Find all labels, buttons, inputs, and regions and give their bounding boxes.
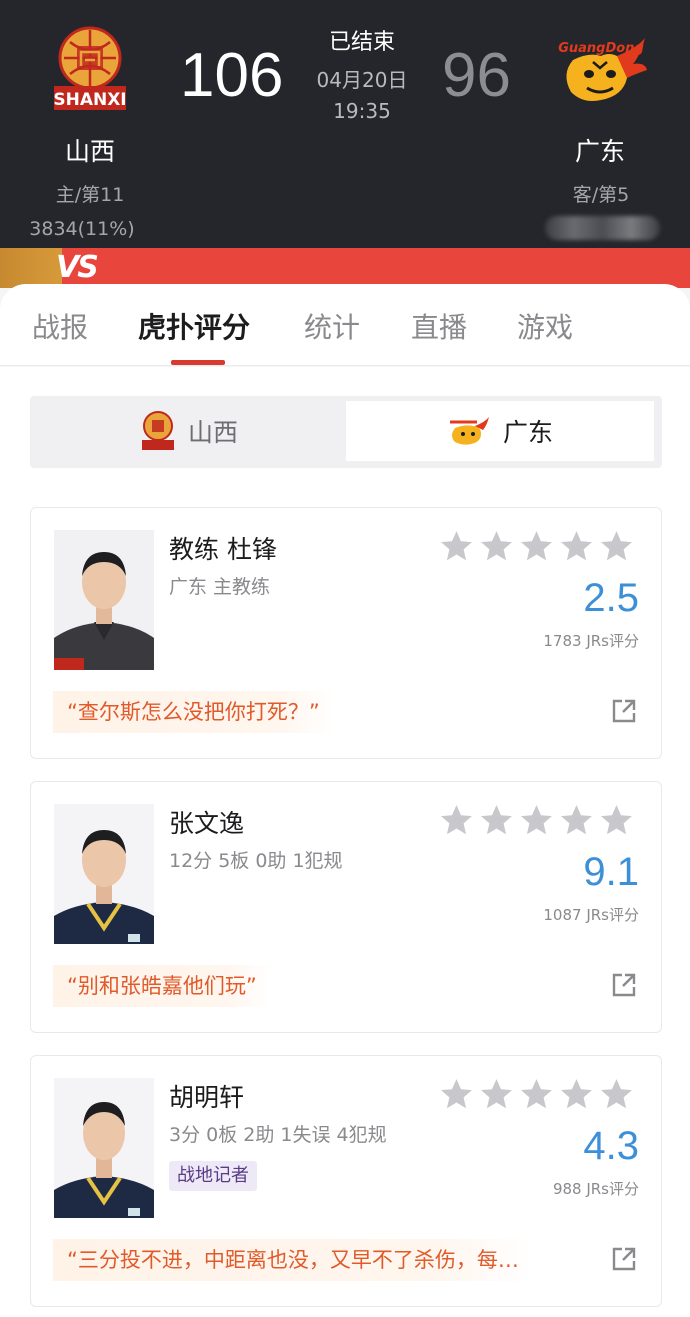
- top-comment[interactable]: “别和张皓嘉他们玩”: [53, 965, 271, 1007]
- average-rating: 2.5: [583, 576, 639, 620]
- home-team-rank: 主/第11: [55, 184, 125, 206]
- tab-hupu-rating[interactable]: 虎扑评分: [138, 306, 250, 346]
- star-icon[interactable]: [598, 1076, 635, 1113]
- coach-photo: [54, 530, 154, 670]
- star-icon[interactable]: [478, 1076, 515, 1113]
- star-icon[interactable]: [598, 802, 635, 839]
- player-photo: [54, 1078, 154, 1218]
- average-rating: 4.3: [583, 1124, 639, 1168]
- card-name: 张文逸: [169, 809, 245, 838]
- rating-card-player[interactable]: 胡明轩 3分 0板 2助 1失误 4犯规 战地记者 4.3 988 JRs评分 …: [30, 1055, 662, 1307]
- away-support-blurred: [545, 216, 660, 240]
- player-photo: [54, 804, 154, 944]
- game-time: 19:35: [333, 99, 391, 123]
- home-team-support: 3834(11%): [29, 218, 135, 240]
- rating-count: 988 JRs评分: [552, 1180, 639, 1198]
- game-header: SHANXI 山西 主/第11 3834(11%) 106 已结束 04月20日…: [0, 0, 690, 250]
- active-tab-indicator: [171, 360, 225, 365]
- rating-count: 1087 JRs评分: [543, 906, 639, 924]
- top-comment[interactable]: “查尔斯怎么没把你打死？”: [53, 691, 334, 733]
- star-icon[interactable]: [438, 528, 475, 565]
- shanxi-mini-logo: [141, 411, 174, 450]
- star-icon[interactable]: [478, 802, 515, 839]
- home-score: 106: [180, 41, 284, 110]
- star-icon[interactable]: [518, 802, 555, 839]
- card-name: 胡明轩: [169, 1083, 245, 1112]
- star-rating-input[interactable]: [438, 1076, 635, 1113]
- game-date: 04月20日: [316, 68, 408, 92]
- switch-label-guangdong: 广东: [502, 418, 553, 447]
- star-icon[interactable]: [558, 528, 595, 565]
- shanxi-logo[interactable]: SHANXI: [50, 24, 130, 114]
- star-icon[interactable]: [438, 1076, 475, 1113]
- star-icon[interactable]: [438, 802, 475, 839]
- guangdong-mini-logo: [449, 417, 489, 445]
- reporter-badge: 战地记者: [169, 1161, 257, 1191]
- top-comment[interactable]: “三分投不进，中距离也没，又早不了杀伤，每…: [53, 1239, 533, 1281]
- rating-count: 1783 JRs评分: [543, 632, 639, 650]
- guangdong-logo-text: GuangDong: [558, 41, 644, 56]
- switch-team-shanxi[interactable]: 山西: [35, 401, 343, 461]
- switch-team-guangdong[interactable]: 广东: [346, 401, 654, 461]
- rating-content: 山西 广东 教练 杜锋 广东 主教练 2.5 1783 JRs评分 “查尔斯怎么…: [0, 367, 690, 1317]
- away-team-name[interactable]: 广东: [530, 132, 670, 168]
- tab-stats[interactable]: 统计: [304, 306, 360, 346]
- away-team-rank: 客/第5: [572, 184, 630, 206]
- star-icon[interactable]: [598, 528, 635, 565]
- tab-report[interactable]: 战报: [32, 306, 88, 346]
- home-team-name[interactable]: 山西: [20, 132, 160, 168]
- share-icon[interactable]: [611, 972, 637, 998]
- star-icon[interactable]: [518, 1076, 555, 1113]
- tab-bar: 战报 虎扑评分 统计 直播 游戏: [0, 284, 690, 366]
- star-icon[interactable]: [518, 528, 555, 565]
- rating-card-player[interactable]: 张文逸 12分 5板 0助 1犯规 9.1 1087 JRs评分 “别和张皓嘉他…: [30, 781, 662, 1033]
- vs-label: VS: [56, 250, 99, 285]
- rating-card-coach[interactable]: 教练 杜锋 广东 主教练 2.5 1783 JRs评分 “查尔斯怎么没把你打死？…: [30, 507, 662, 759]
- away-score: 96: [442, 41, 511, 110]
- star-rating-input[interactable]: [438, 528, 635, 565]
- team-switcher: 山西 广东: [30, 396, 662, 468]
- game-status: 已结束: [328, 30, 395, 55]
- card-subtitle: 广东 主教练: [169, 576, 271, 598]
- share-icon[interactable]: [611, 1246, 637, 1272]
- card-stats: 12分 5板 0助 1犯规: [169, 850, 343, 872]
- share-icon[interactable]: [611, 698, 637, 724]
- star-icon[interactable]: [558, 1076, 595, 1113]
- average-rating: 9.1: [583, 850, 639, 894]
- tab-games[interactable]: 游戏: [517, 306, 573, 346]
- switch-label-shanxi: 山西: [187, 418, 238, 447]
- vs-strip: VS: [0, 248, 690, 288]
- star-icon[interactable]: [478, 528, 515, 565]
- tab-live[interactable]: 直播: [411, 306, 467, 346]
- star-icon[interactable]: [558, 802, 595, 839]
- shanxi-logo-text: SHANXI: [53, 90, 126, 110]
- card-name: 教练 杜锋: [169, 535, 277, 564]
- guangdong-logo[interactable]: GuangDong: [553, 34, 649, 104]
- card-stats: 3分 0板 2助 1失误 4犯规: [169, 1124, 387, 1146]
- star-rating-input[interactable]: [438, 802, 635, 839]
